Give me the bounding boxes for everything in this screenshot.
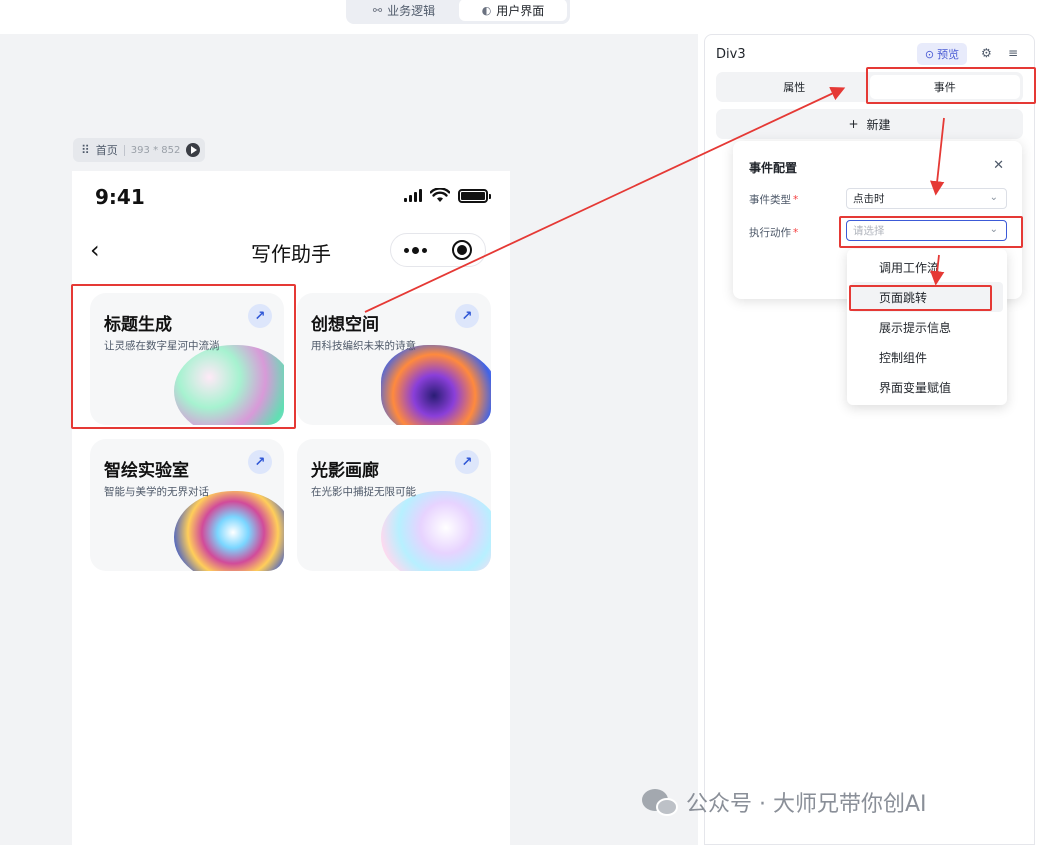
watermark: 公众号 · 大师兄带你创AI [642, 786, 927, 818]
annotation-arrow [364, 87, 846, 313]
watermark-text: 公众号 · 大师兄带你创AI [686, 792, 927, 817]
wechat-icon [642, 787, 680, 817]
annotation-arrow [930, 117, 945, 196]
annotation-arrow [930, 254, 945, 286]
annotation-arrows [364, 87, 945, 313]
